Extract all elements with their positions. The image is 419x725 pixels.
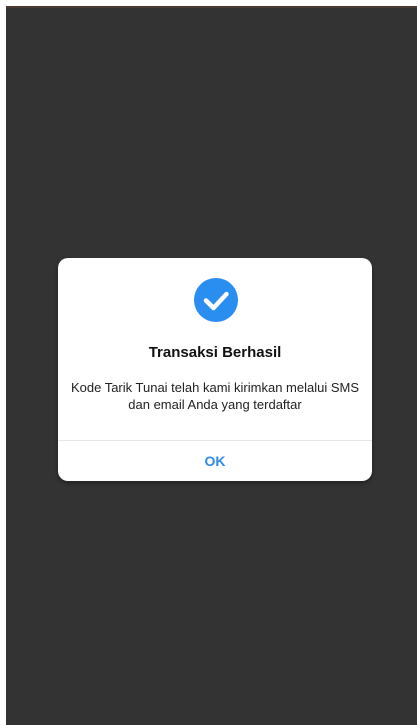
device-frame: Transaksi Berhasil Kode Tarik Tunai tela… bbox=[0, 0, 419, 725]
check-circle-icon bbox=[194, 278, 238, 322]
success-dialog: Transaksi Berhasil Kode Tarik Tunai tela… bbox=[58, 258, 372, 481]
ok-button[interactable]: OK bbox=[58, 441, 372, 481]
dialog-message: Kode Tarik Tunai telah kami kirimkan mel… bbox=[70, 380, 360, 412]
top-edge bbox=[6, 6, 417, 8]
dialog-title: Transaksi Berhasil bbox=[148, 344, 282, 361]
